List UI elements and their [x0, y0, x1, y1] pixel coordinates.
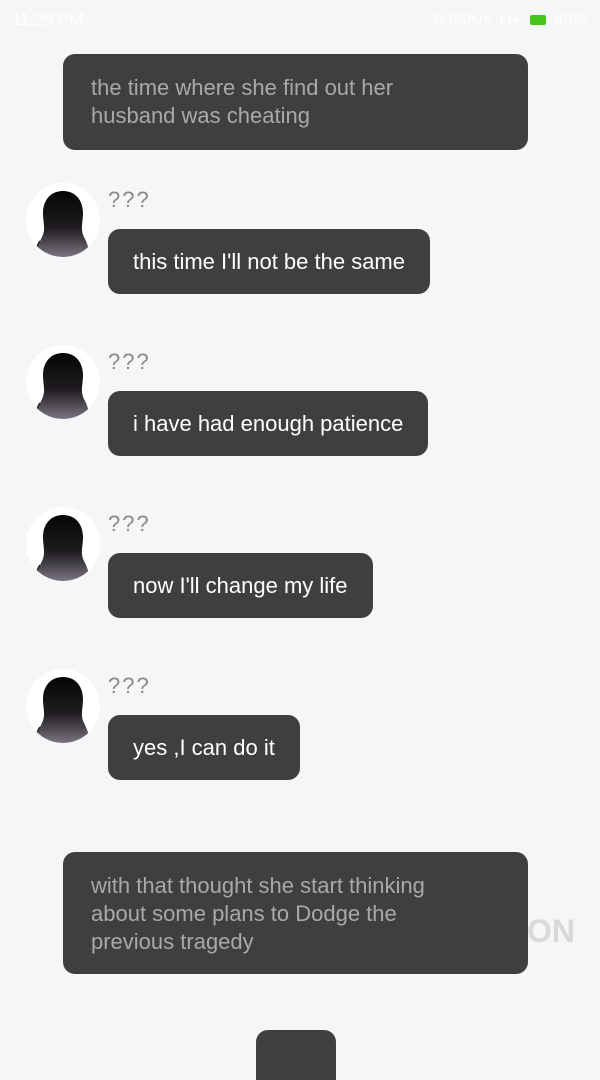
sender-name: ??? — [108, 511, 151, 536]
chat-message: ??? this time I'll not be the same — [0, 183, 600, 303]
network-speed: 0.85K/s — [434, 10, 492, 29]
narration-line: husband was cheating — [91, 103, 310, 128]
network-type: H+ — [499, 10, 522, 29]
silhouette-icon — [36, 353, 89, 419]
silhouette-icon — [36, 515, 89, 581]
silhouette-icon — [36, 677, 89, 743]
message-bubble: now I'll change my life — [108, 553, 373, 618]
next-button[interactable] — [256, 1030, 336, 1080]
narration-line: about some plans to Dodge the — [91, 901, 397, 926]
battery-percent: 43% — [553, 10, 588, 29]
message-bubble: yes ,I can do it — [108, 715, 300, 780]
sender-name: ??? — [108, 187, 151, 212]
battery-icon — [529, 15, 546, 25]
avatar[interactable] — [26, 183, 100, 257]
narration-box: with that thought she start thinking abo… — [63, 852, 528, 974]
watermark: ON — [527, 913, 575, 949]
status-indicators: 0.85K/s H+ 43% — [434, 10, 588, 30]
narration-line: previous tragedy — [91, 929, 254, 954]
sender-name: ??? — [108, 673, 151, 698]
avatar[interactable] — [26, 669, 100, 743]
silhouette-icon — [36, 191, 89, 257]
sender-name: ??? — [108, 349, 151, 374]
narration-line: with that thought she start thinking — [91, 873, 425, 898]
chat-message: ??? now I'll change my life — [0, 507, 600, 627]
chat-message: ??? i have had enough patience — [0, 345, 600, 465]
message-bubble: this time I'll not be the same — [108, 229, 430, 294]
message-bubble: i have had enough patience — [108, 391, 429, 456]
status-bar: 11:29 PM 0.85K/s H+ 43% — [0, 0, 600, 38]
narration-box: the time where she find out her husband … — [63, 54, 528, 150]
narration-line: the time where she find out her — [91, 75, 394, 100]
status-time: 11:29 PM — [12, 10, 84, 29]
avatar[interactable] — [26, 345, 100, 419]
chat-message: ??? yes ,I can do it — [0, 669, 600, 789]
avatar[interactable] — [26, 507, 100, 581]
